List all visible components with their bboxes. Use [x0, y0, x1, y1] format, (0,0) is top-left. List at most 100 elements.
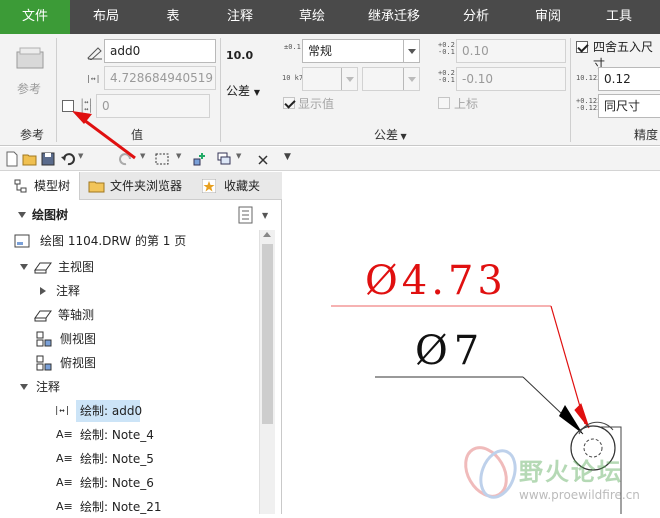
tree-item-dim-add0[interactable]: 绘制: add0 — [76, 400, 142, 422]
note-icon: A≡ — [56, 476, 73, 489]
folder-icon — [88, 181, 105, 193]
regenerate-icon[interactable] — [192, 151, 208, 167]
tab-analysis[interactable]: 分析 — [440, 0, 512, 34]
tab-legacy-migration[interactable]: 继承迁移 — [348, 0, 440, 34]
view-icon — [34, 262, 52, 274]
tab-annotate[interactable]: 注释 — [204, 0, 276, 34]
tolerance-table-icon: 10 k7 — [282, 74, 304, 82]
override-value-checkbox[interactable] — [62, 100, 74, 112]
box-select-icon[interactable] — [154, 151, 170, 167]
note-icon: A≡ — [56, 500, 73, 513]
scroll-up-icon[interactable] — [263, 232, 271, 237]
open-folder-icon[interactable] — [22, 151, 38, 167]
override-value-input[interactable]: 0 — [96, 94, 210, 118]
override-value-icon: |↔| |↔| — [80, 98, 93, 113]
tree-title: 绘图树 — [32, 208, 69, 222]
dimension-red-label[interactable]: Ø4.73 — [365, 258, 507, 304]
panel-tab-bar: 模型树 文件夹浏览器 收藏夹 — [0, 172, 282, 200]
reference-button[interactable]: 参考 — [8, 42, 52, 96]
expand-icon[interactable] — [20, 384, 28, 390]
tab-file[interactable]: 文件 — [0, 0, 70, 34]
nominal-value-icon: |↔| — [86, 74, 101, 83]
star-icon — [202, 179, 216, 193]
projection-view-icon — [36, 355, 52, 371]
chevron-down-icon: ▼ — [262, 211, 269, 220]
superscript-checkbox[interactable] — [438, 97, 450, 109]
watermark-title: 野火论坛 — [519, 458, 623, 486]
lower-tolerance-icon: +0.2 -0.1 — [438, 69, 455, 84]
note-icon: A≡ — [56, 452, 73, 465]
upper-tolerance-input[interactable]: 0.10 — [456, 39, 566, 63]
collapse-icon[interactable] — [18, 212, 26, 218]
tab-layout[interactable]: 布局 — [70, 0, 142, 34]
redo-dropdown-icon[interactable]: ▼ — [140, 152, 145, 160]
new-file-icon[interactable] — [4, 151, 20, 167]
redo-icon[interactable] — [118, 151, 134, 167]
drawing-sheet-icon — [14, 234, 30, 248]
precision-group-label: 精度 — [634, 128, 659, 142]
reference-button-label: 参考 — [17, 82, 42, 96]
close-window-icon[interactable] — [256, 151, 272, 167]
decimal-places-button[interactable]: 10.0 — [226, 48, 254, 68]
lower-tolerance-input[interactable]: -0.10 — [456, 67, 566, 91]
expand-icon[interactable] — [20, 264, 28, 270]
tolerance-mode-icon: ±0.1 — [284, 43, 301, 51]
view-icon — [34, 310, 52, 322]
drawing-canvas[interactable]: Ø4.73 Ø7 野火论坛 www.proewildfire.cn — [283, 172, 660, 514]
round-dimension-checkbox[interactable] — [576, 41, 588, 53]
projection-view-icon — [36, 331, 52, 347]
tolerance-class-select[interactable] — [362, 67, 420, 91]
quick-access-toolbar: ▼ ▼ ▼ ▼ ▼ — [0, 147, 660, 171]
reference-icon — [16, 47, 44, 69]
tolerance-group-label: 公差 ▼ — [374, 128, 407, 142]
tab-model-tree[interactable]: 模型树 — [0, 172, 80, 200]
upper-tolerance-icon: +0.2 -0.1 — [438, 41, 455, 56]
customize-toolbar-icon[interactable]: ▼ — [284, 152, 291, 162]
scroll-thumb[interactable] — [262, 244, 273, 424]
windows-icon[interactable] — [216, 151, 232, 167]
tree-scrollbar[interactable] — [259, 230, 275, 514]
chevron-down-icon — [403, 68, 419, 90]
tolerance-mode-select[interactable]: 常规 — [302, 39, 420, 63]
precision-select[interactable]: 0.12 — [598, 67, 660, 91]
save-icon[interactable] — [40, 151, 56, 167]
model-tree-panel: 模型树 文件夹浏览器 收藏夹 绘图树 ▼ 绘图 1104.DRW 的第 1 页 … — [0, 172, 282, 514]
tab-review[interactable]: 审阅 — [512, 0, 584, 34]
tab-favorites[interactable]: 收藏夹 — [196, 172, 276, 200]
expand-icon[interactable] — [40, 287, 46, 295]
ribbon-tab-bar: 文件 布局 表 注释 草绘 继承迁移 分析 审阅 工具 — [0, 0, 660, 34]
dimension-name-input[interactable]: add0 — [104, 39, 216, 63]
superscript-label: 上标 — [454, 97, 479, 111]
tab-tools[interactable]: 工具 — [584, 0, 654, 34]
value-group-label: 值 — [131, 128, 144, 142]
dimension-icon: |↔| — [54, 406, 71, 416]
show-value-checkbox[interactable] — [283, 97, 295, 109]
dimension-name-icon — [87, 47, 102, 60]
chevron-down-icon: ▼ — [253, 88, 260, 97]
tolerance-button[interactable]: 公差 ▼ — [226, 82, 266, 102]
chevron-down-icon — [341, 68, 357, 90]
tab-folder-browser[interactable]: 文件夹浏览器 — [84, 172, 194, 200]
same-size-select[interactable]: 同尺寸 — [598, 94, 660, 118]
chevron-down-icon — [403, 40, 419, 62]
tab-table[interactable]: 表 — [142, 0, 204, 34]
tab-sketch[interactable]: 草绘 — [276, 0, 348, 34]
show-value-label: 显示值 — [298, 97, 335, 111]
nominal-value-field: 4.728684940519 — [104, 66, 216, 90]
windows-dropdown-icon[interactable]: ▼ — [236, 152, 241, 160]
tolerance-table-select[interactable] — [302, 67, 358, 91]
tree-icon — [14, 179, 27, 193]
list-settings-icon — [238, 206, 253, 224]
undo-icon[interactable] — [60, 151, 76, 167]
decimal-places-value: 10.0 — [226, 49, 254, 62]
note-icon: A≡ — [56, 428, 73, 441]
watermark-url: www.proewildfire.cn — [519, 488, 640, 502]
ribbon-panel: 参考 参考 add0 |↔| 4.728684940519 |↔| |↔| 0 值… — [0, 34, 660, 146]
tree-header: 绘图树 ▼ — [0, 204, 282, 226]
select-dropdown-icon[interactable]: ▼ — [176, 152, 181, 160]
tree-settings-button[interactable]: ▼ — [238, 206, 274, 224]
undo-dropdown-icon[interactable]: ▼ — [78, 152, 83, 160]
tolerance-button-label: 公差 — [226, 84, 251, 98]
ref-group-label: 参考 — [20, 128, 45, 142]
dimension-black-label[interactable]: Ø7 — [415, 328, 485, 374]
